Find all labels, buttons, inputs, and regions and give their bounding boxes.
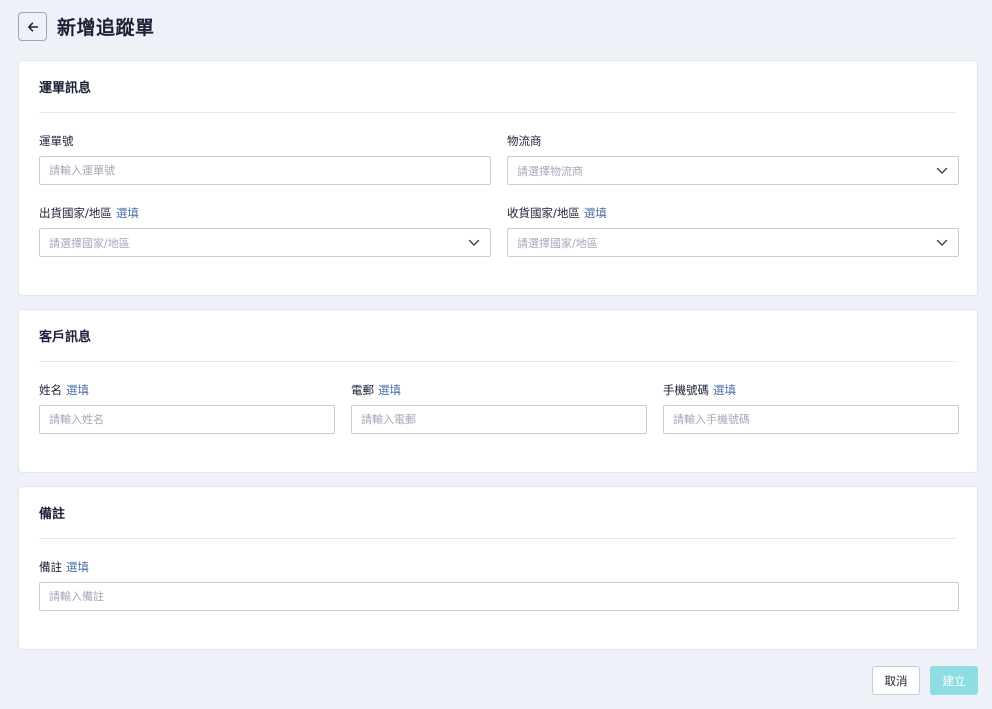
note-input[interactable] [49,590,948,603]
email-field: 電郵 選填 [351,383,647,434]
phone-control [663,405,959,434]
destination-country-select-placeholder: 請選擇國家/地區 [517,236,598,250]
tracking-number-label: 運單號 [39,134,74,148]
origin-country-select[interactable]: 請選擇國家/地區 [39,228,491,257]
tracking-number-input[interactable] [49,164,480,177]
note-field: 備註 選填 [39,560,959,611]
section-divider [39,361,957,362]
phone-field: 手機號碼 選填 [663,383,959,434]
optional-tag: 選填 [115,206,139,220]
carrier-field: 物流商 請選擇物流商 [507,134,959,185]
tracking-number-control [39,156,491,185]
create-button[interactable]: 建立 [930,666,978,695]
carrier-select-placeholder: 請選擇物流商 [517,164,583,178]
optional-tag: 選填 [66,560,89,574]
name-field: 姓名 選填 [39,383,335,434]
optional-tag: 選填 [583,206,607,220]
name-control [39,405,335,434]
carrier-label: 物流商 [507,134,542,148]
waybill-info-card: 運單訊息 運單號 物流商 請選擇物流商 出貨國家/地區選填 請選擇國家/地區 收… [18,60,978,296]
cancel-button[interactable]: 取消 [872,666,920,695]
origin-country-label: 出貨國家/地區 選填 [39,206,139,220]
email-control [351,405,647,434]
notes-card: 備註 備註 選填 [18,486,978,650]
chevron-down-icon [936,239,948,246]
chevron-down-icon [468,239,480,246]
email-input[interactable] [361,413,636,426]
destination-country-label: 收貨國家/地區 選填 [507,206,607,220]
email-label: 電郵 選填 [351,383,401,397]
note-label: 備註 選填 [39,560,89,574]
origin-country-field: 出貨國家/地區 選填 請選擇國家/地區 [39,206,491,257]
optional-tag: 選填 [713,383,736,397]
notes-title: 備註 [39,507,66,522]
phone-label: 手機號碼 選填 [663,383,736,397]
waybill-info-title: 運單訊息 [39,81,92,96]
note-control [39,582,959,611]
chevron-down-icon [936,167,948,174]
customer-info-title: 客戶訊息 [39,330,92,345]
customer-info-card: 客戶訊息 姓名選填 電郵選填 手機號碼選填 [18,309,978,473]
section-divider [39,112,957,113]
name-input[interactable] [49,413,324,426]
arrow-left-icon [27,21,38,32]
destination-country-field: 收貨國家/地區 選填 請選擇國家/地區 [507,206,959,257]
page-header: 新增追蹤單 [18,12,155,41]
page-title: 新增追蹤單 [57,17,155,39]
phone-input[interactable] [673,413,948,426]
optional-tag: 選填 [66,383,89,397]
origin-country-select-placeholder: 請選擇國家/地區 [49,236,130,250]
optional-tag: 選填 [378,383,401,397]
section-divider [39,538,957,539]
carrier-select[interactable]: 請選擇物流商 [507,156,959,185]
name-label: 姓名 選填 [39,383,89,397]
back-button[interactable] [18,12,47,41]
tracking-number-field: 運單號 [39,134,491,185]
destination-country-select[interactable]: 請選擇國家/地區 [507,228,959,257]
